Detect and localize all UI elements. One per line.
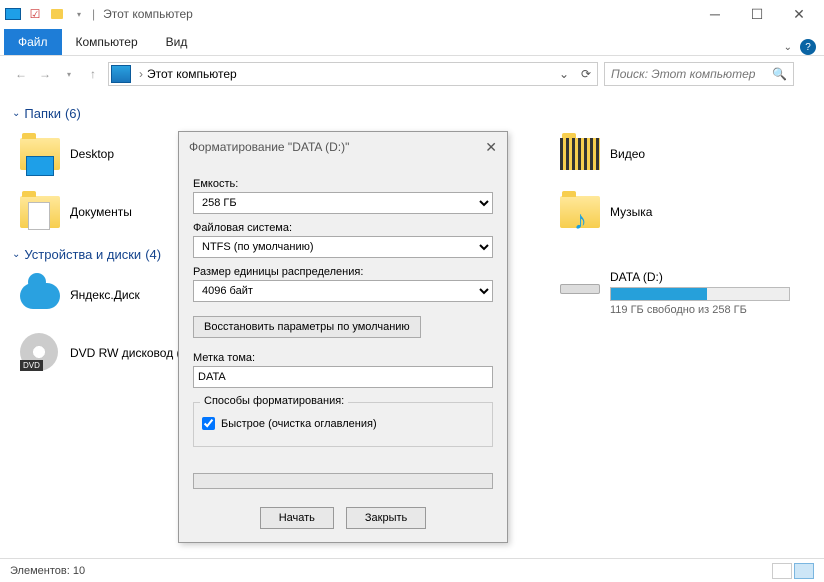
item-label: Видео bbox=[610, 147, 645, 161]
titlebar: ☑ ▾ | Этот компьютер ─ ☐ ✕ bbox=[0, 0, 824, 28]
allocation-select[interactable]: 4096 байт bbox=[193, 280, 493, 302]
group-folders-header[interactable]: ⌄ Папки (6) bbox=[12, 106, 812, 121]
up-button[interactable]: ↑ bbox=[84, 65, 102, 83]
format-progress-bar bbox=[193, 473, 493, 489]
group-folders-label: Папки bbox=[24, 106, 61, 121]
drive-usage-bar bbox=[610, 287, 790, 301]
close-dialog-button[interactable]: Закрыть bbox=[346, 507, 426, 529]
back-button[interactable]: ← bbox=[12, 65, 30, 83]
window-title: Этот компьютер bbox=[103, 7, 193, 21]
dialog-titlebar[interactable]: Форматирование "DATA (D:)" ✕ bbox=[179, 132, 507, 162]
qat-dropdown-icon[interactable]: ▾ bbox=[70, 5, 88, 23]
volume-label-input[interactable] bbox=[193, 366, 493, 388]
drive-freespace: 119 ГБ свободно из 258 ГБ bbox=[610, 304, 794, 316]
group-devices-count: (4) bbox=[145, 247, 161, 262]
tab-file[interactable]: Файл bbox=[4, 29, 62, 55]
help-icon[interactable]: ? bbox=[800, 39, 816, 55]
search-icon[interactable]: 🔍 bbox=[772, 67, 787, 81]
drive-label: DATA (D:) bbox=[610, 270, 794, 284]
titlebar-separator: | bbox=[92, 7, 95, 21]
chevron-down-icon: ⌄ bbox=[12, 108, 20, 119]
filesystem-select[interactable]: NTFS (по умолчанию) bbox=[193, 236, 493, 258]
cloud-icon bbox=[20, 283, 60, 309]
tab-computer[interactable]: Компьютер bbox=[62, 29, 152, 55]
desktop-overlay-icon bbox=[26, 156, 54, 176]
dialog-title: Форматирование "DATA (D:)" bbox=[189, 140, 349, 154]
status-bar: Элементов: 10 bbox=[0, 558, 824, 582]
folder-video[interactable]: Видео bbox=[552, 125, 802, 183]
format-methods-legend: Способы форматирования: bbox=[200, 395, 348, 407]
restore-defaults-button[interactable]: Восстановить параметры по умолчанию bbox=[193, 316, 421, 338]
folder-icon bbox=[560, 138, 600, 170]
item-label: Документы bbox=[70, 205, 132, 219]
filesystem-label: Файловая система: bbox=[193, 222, 493, 234]
ribbon-tabs: Файл Компьютер Вид ⌄ ? bbox=[0, 28, 824, 56]
status-elements-count: 10 bbox=[73, 565, 85, 577]
volume-label-label: Метка тома: bbox=[193, 352, 493, 364]
group-devices-label: Устройства и диски bbox=[24, 247, 141, 262]
search-box[interactable]: 🔍 bbox=[604, 62, 794, 86]
tab-view[interactable]: Вид bbox=[152, 29, 202, 55]
format-methods-group: Способы форматирования: Быстрое (очистка… bbox=[193, 402, 493, 447]
dvd-icon: DVD bbox=[20, 333, 58, 371]
view-large-icons-button[interactable] bbox=[794, 563, 814, 579]
item-label: DVD RW дисковод ( bbox=[70, 346, 181, 360]
view-details-button[interactable] bbox=[772, 563, 792, 579]
start-button[interactable]: Начать bbox=[260, 507, 334, 529]
address-icon bbox=[111, 65, 131, 83]
chevron-down-icon: ⌄ bbox=[12, 249, 20, 260]
item-label: Яндекс.Диск bbox=[70, 288, 140, 302]
group-folders-count: (6) bbox=[65, 106, 81, 121]
navbar: ← → ▾ ↑ › Этот компьютер ⌄ ⟳ 🔍 bbox=[0, 56, 824, 92]
capacity-select[interactable]: 258 ГБ bbox=[193, 192, 493, 214]
address-text: Этот компьютер bbox=[147, 67, 555, 81]
capacity-label: Емкость: bbox=[193, 178, 493, 190]
forward-button[interactable]: → bbox=[36, 65, 54, 83]
document-overlay-icon bbox=[28, 202, 50, 230]
status-elements-label: Элементов: bbox=[10, 565, 70, 577]
system-icon[interactable] bbox=[4, 5, 22, 23]
video-overlay-icon bbox=[560, 138, 600, 170]
refresh-icon[interactable]: ⟳ bbox=[577, 67, 595, 81]
close-button[interactable]: ✕ bbox=[778, 0, 820, 28]
item-label: Desktop bbox=[70, 147, 114, 161]
drive-data[interactable]: DATA (D:) 119 ГБ свободно из 258 ГБ bbox=[552, 266, 802, 320]
address-dropdown-icon[interactable]: ⌄ bbox=[555, 67, 573, 81]
quick-format-checkbox[interactable]: Быстрое (очистка оглавления) bbox=[202, 417, 484, 430]
recent-dropdown[interactable]: ▾ bbox=[60, 65, 78, 83]
quick-format-label: Быстрое (очистка оглавления) bbox=[221, 418, 377, 430]
folder-music[interactable]: ♪ Музыка bbox=[552, 183, 802, 241]
maximize-button[interactable]: ☐ bbox=[736, 0, 778, 28]
music-overlay-icon: ♪ bbox=[574, 205, 587, 236]
ribbon-expand-icon[interactable]: ⌄ bbox=[784, 42, 792, 53]
item-label: Музыка bbox=[610, 205, 652, 219]
qat-newfolder-icon[interactable] bbox=[48, 5, 66, 23]
allocation-label: Размер единицы распределения: bbox=[193, 266, 493, 278]
qat-properties-icon[interactable]: ☑ bbox=[26, 5, 44, 23]
quick-format-input[interactable] bbox=[202, 417, 215, 430]
hdd-icon bbox=[560, 284, 600, 294]
format-dialog: Форматирование "DATA (D:)" ✕ Емкость: 25… bbox=[178, 131, 508, 543]
address-bar[interactable]: › Этот компьютер ⌄ ⟳ bbox=[108, 62, 598, 86]
address-chevron: › bbox=[139, 67, 143, 81]
dialog-close-button[interactable]: ✕ bbox=[485, 139, 497, 156]
minimize-button[interactable]: ─ bbox=[694, 0, 736, 28]
search-input[interactable] bbox=[611, 67, 772, 81]
